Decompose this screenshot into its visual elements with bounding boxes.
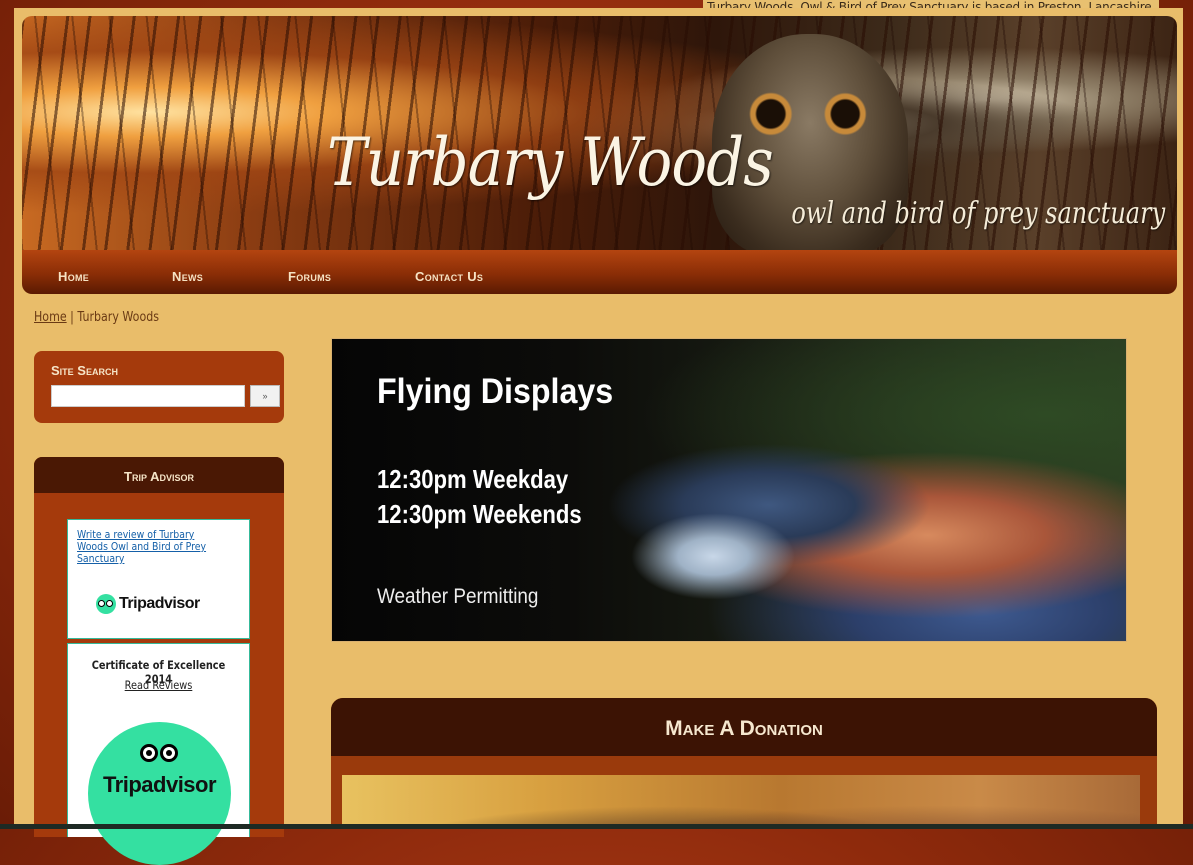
banner-weekend-time: 12:30pm Weekends xyxy=(377,499,582,529)
tripadvisor-owl-icon xyxy=(139,744,180,766)
certificate-widget: Certificate of Excellence 2014 Read Revi… xyxy=(67,643,250,865)
donation-box: Make A Donation xyxy=(331,698,1157,829)
flying-displays-banner[interactable]: Flying Displays 12:30pm Weekday 12:30pm … xyxy=(331,338,1127,642)
logo-title: Turbary Woods xyxy=(327,124,774,201)
tripadvisor-header: Trip Advisor xyxy=(34,457,284,493)
breadcrumb-home-link[interactable]: Home xyxy=(34,310,67,325)
tripadvisor-logo[interactable]: Tripadvisor xyxy=(96,594,200,614)
banner-weather-note: Weather Permitting xyxy=(377,585,539,608)
breadcrumb: Home | Turbary Woods xyxy=(34,310,159,325)
site-header-banner[interactable]: Turbary Woods owl and bird of prey sanct… xyxy=(22,16,1177,256)
nav-news[interactable]: News xyxy=(172,250,203,294)
tripadvisor-logo-text: Tripadvisor xyxy=(119,595,200,612)
logo-subtitle: owl and bird of prey sanctuary xyxy=(791,196,1165,231)
site-search-title: Site Search xyxy=(51,363,118,378)
read-reviews-link[interactable]: Read Reviews xyxy=(82,678,236,692)
breadcrumb-current: Turbary Woods xyxy=(77,310,159,325)
tripadvisor-badge-text: Tripadvisor xyxy=(102,772,217,797)
bottom-edge-bar xyxy=(0,824,1193,829)
tripadvisor-box: Trip Advisor Write a review of Turbary W… xyxy=(34,457,284,865)
nav-forums[interactable]: Forums xyxy=(288,250,331,294)
banner-weekday-time: 12:30pm Weekday xyxy=(377,464,569,494)
page-container: Turbary Woods owl and bird of prey sanct… xyxy=(14,8,1183,865)
write-review-link[interactable]: Write a review of Turbary Woods Owl and … xyxy=(77,529,217,565)
tripadvisor-review-widget: Write a review of Turbary Woods Owl and … xyxy=(67,519,250,639)
breadcrumb-separator: | xyxy=(70,310,74,325)
nav-contact-us[interactable]: Contact Us xyxy=(415,250,483,294)
banner-title: Flying Displays xyxy=(377,372,614,411)
donation-title: Make A Donation xyxy=(331,698,1157,756)
tripadvisor-owl-icon xyxy=(96,594,116,614)
tripadvisor-badge[interactable]: Tripadvisor xyxy=(88,722,231,865)
site-search-box: Site Search » xyxy=(34,351,284,423)
nav-home[interactable]: Home xyxy=(58,250,89,294)
main-nav: Home News Forums Contact Us xyxy=(22,250,1177,294)
search-input[interactable] xyxy=(51,385,245,407)
search-button[interactable]: » xyxy=(250,385,280,407)
donation-image[interactable] xyxy=(342,775,1140,829)
tripadvisor-title: Trip Advisor xyxy=(124,469,194,484)
